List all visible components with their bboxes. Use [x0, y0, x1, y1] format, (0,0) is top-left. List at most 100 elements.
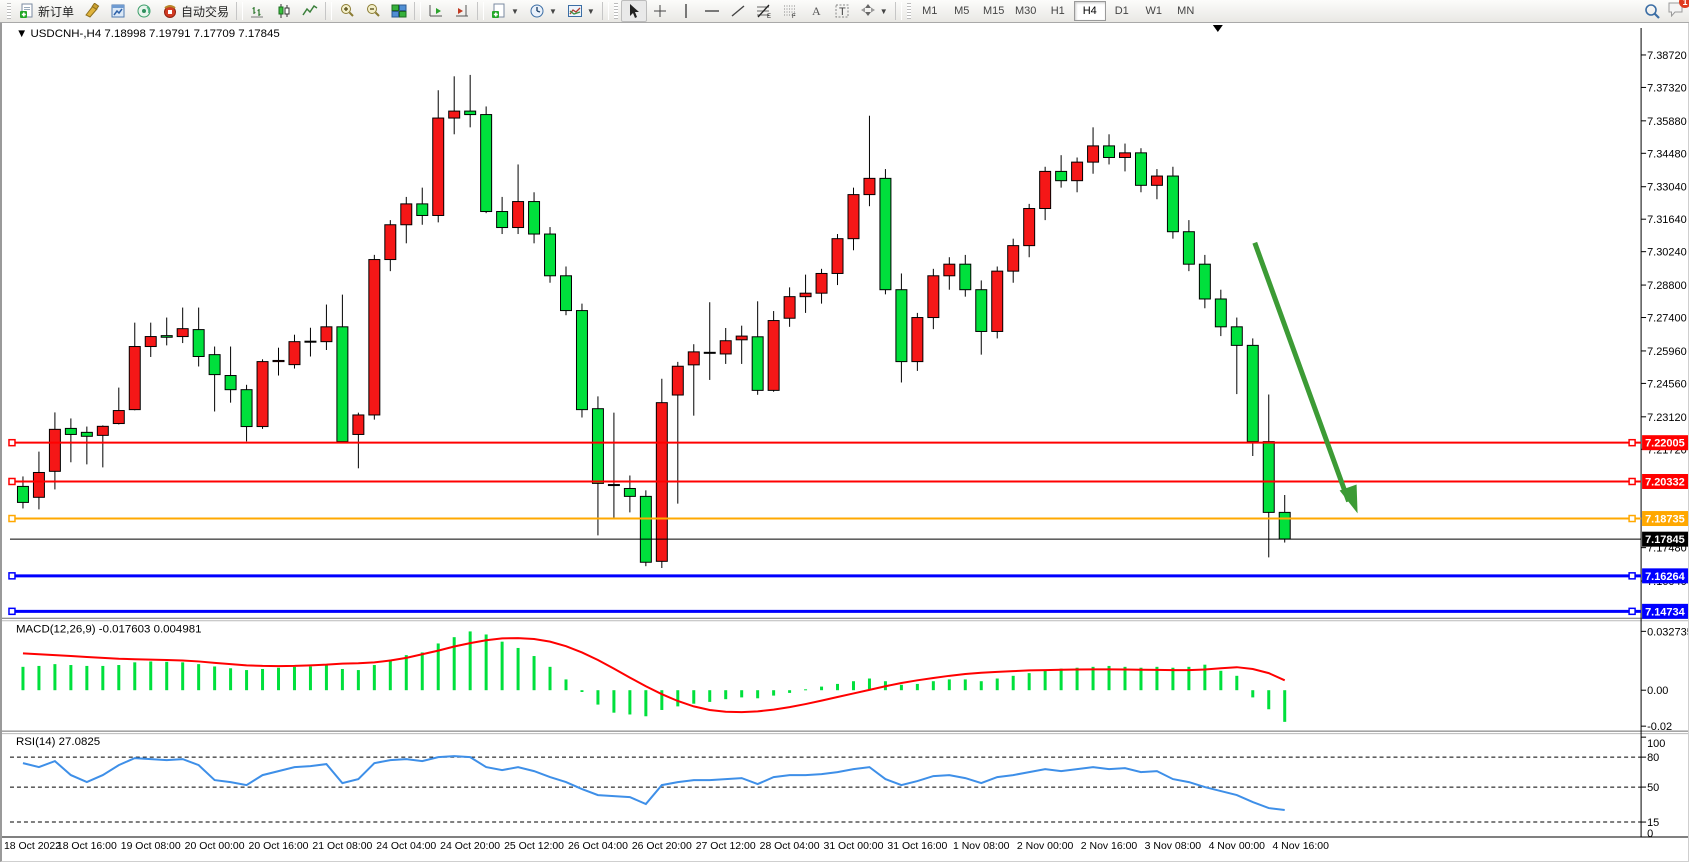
macd-histogram-bar — [1251, 690, 1254, 697]
line-handle[interactable] — [1629, 478, 1635, 484]
price-line-label: 7.17845 — [1645, 534, 1685, 546]
macd-histogram-bar — [101, 666, 104, 690]
line-handle[interactable] — [9, 478, 15, 484]
timeframe-button-D1[interactable]: D1 — [1106, 1, 1138, 21]
chart-shift-button[interactable] — [449, 0, 475, 22]
notifications-button[interactable]: 1 — [1667, 1, 1685, 22]
line-handle[interactable] — [1629, 516, 1635, 522]
text-tool-button[interactable]: A — [803, 0, 829, 22]
timeframe-button-M30[interactable]: M30 — [1010, 1, 1042, 21]
price-line-label: 7.14734 — [1645, 606, 1686, 618]
macd-histogram-bar — [213, 666, 216, 690]
macd-histogram-bar — [628, 690, 631, 714]
chart-shift-icon — [454, 3, 470, 19]
candle-bull — [768, 321, 779, 391]
label-tool-button[interactable]: T — [829, 0, 855, 22]
timeframe-button-M1[interactable]: M1 — [914, 1, 946, 21]
rsi-line — [23, 756, 1285, 810]
macd-histogram-bar — [1012, 676, 1015, 690]
price-tick-label: 7.30240 — [1647, 247, 1687, 259]
candle-bull — [672, 366, 683, 395]
indicators-button[interactable]: ▼ — [486, 0, 524, 22]
timeframe-button-H4[interactable]: H4 — [1074, 1, 1106, 21]
price-tick-label: 7.37320 — [1647, 82, 1687, 94]
periods-button[interactable]: ▼ — [524, 0, 562, 22]
chart-window-button[interactable] — [105, 0, 131, 22]
clock-icon — [529, 3, 545, 19]
candle-bull — [513, 202, 524, 228]
macd-histogram-bar — [293, 667, 296, 690]
candle-bear — [1215, 299, 1226, 327]
chart-shift-marker-icon[interactable] — [1213, 25, 1223, 32]
fibo-fan-tool-button[interactable]: F — [777, 0, 803, 22]
hammer-icon — [84, 3, 100, 19]
candle-bear — [1231, 327, 1242, 346]
chart-canvas[interactable]: 7.387207.373207.358807.344807.330407.316… — [2, 22, 1688, 861]
macd-histogram-bar — [533, 656, 536, 690]
line-handle[interactable] — [1629, 440, 1635, 446]
candle-bull — [864, 178, 875, 194]
crosshair-tool-button[interactable] — [647, 0, 673, 22]
new-order-button[interactable]: 新订单 — [14, 0, 79, 22]
chart-window[interactable]: 7.387207.373207.358807.344807.330407.316… — [0, 22, 1689, 862]
toolbar-grip[interactable] — [907, 3, 911, 19]
line-handle[interactable] — [9, 516, 15, 522]
line-handle[interactable] — [9, 608, 15, 614]
candle-bull — [273, 360, 284, 361]
time-axis-label: 31 Oct 00:00 — [824, 841, 884, 852]
timeframe-button-M15[interactable]: M15 — [978, 1, 1010, 21]
price-line-label: 7.22005 — [1645, 438, 1685, 450]
macd-histogram-bar — [916, 684, 919, 690]
fibonacci-tool-button[interactable]: E — [751, 0, 777, 22]
price-level-line-7.14734[interactable] — [9, 608, 1641, 614]
trendline-tool-button[interactable] — [725, 0, 751, 22]
timeframe-button-M5[interactable]: M5 — [946, 1, 978, 21]
arrows-tool-button[interactable]: ▼ — [855, 0, 893, 22]
candlestick-mode-button[interactable] — [271, 0, 297, 22]
price-level-line-7.18735[interactable] — [9, 516, 1641, 522]
macd-histogram-bar — [453, 637, 456, 690]
price-level-line-7.20332[interactable] — [9, 478, 1641, 484]
time-axis-label: 18 Oct 2022 — [4, 841, 61, 852]
search-icon[interactable] — [1644, 3, 1661, 20]
horizontal-line-tool-button[interactable] — [699, 0, 725, 22]
line-handle[interactable] — [1629, 573, 1635, 579]
macd-histogram-bar — [740, 690, 743, 697]
candle-bear — [417, 204, 428, 216]
cursor-icon — [626, 3, 642, 19]
toolbar-grip[interactable] — [614, 3, 618, 19]
toolbar-separator — [325, 2, 332, 20]
macd-tick-label: -0.02 — [1647, 721, 1672, 733]
macd-histogram-bar — [405, 655, 408, 690]
tile-windows-button[interactable] — [386, 0, 412, 22]
auto-scroll-button[interactable] — [423, 0, 449, 22]
timeframe-button-H1[interactable]: H1 — [1042, 1, 1074, 21]
zoom-in-button[interactable] — [334, 0, 360, 22]
price-level-line-7.22005[interactable] — [9, 440, 1641, 446]
bar-chart-mode-button[interactable] — [245, 0, 271, 22]
line-handle[interactable] — [1629, 608, 1635, 614]
timeframe-button-MN[interactable]: MN — [1170, 1, 1202, 21]
macd-histogram-bar — [261, 669, 264, 690]
modify-tool-button[interactable] — [79, 0, 105, 22]
autotrade-stop-icon — [162, 3, 178, 19]
price-tick-label: 7.24560 — [1647, 378, 1687, 390]
candle-bull — [832, 239, 843, 274]
price-tick-label: 7.35880 — [1647, 116, 1687, 128]
macd-histogram-bar — [85, 666, 88, 690]
candle-bear — [1056, 171, 1067, 180]
timeframe-button-W1[interactable]: W1 — [1138, 1, 1170, 21]
price-line-label: 7.18735 — [1645, 514, 1685, 526]
line-handle[interactable] — [9, 440, 15, 446]
toolbar-grip[interactable] — [7, 3, 11, 19]
cursor-tool-button[interactable] — [621, 0, 647, 22]
zoom-out-button[interactable] — [360, 0, 386, 22]
line-chart-mode-button[interactable] — [297, 0, 323, 22]
templates-button[interactable]: ▼ — [562, 0, 600, 22]
vertical-line-tool-button[interactable] — [673, 0, 699, 22]
line-handle[interactable] — [9, 573, 15, 579]
price-level-line-7.16264[interactable] — [9, 573, 1641, 579]
autotrade-button[interactable]: 自动交易 — [157, 0, 234, 22]
signal-button[interactable] — [131, 0, 157, 22]
toolbar-separator — [895, 2, 902, 20]
